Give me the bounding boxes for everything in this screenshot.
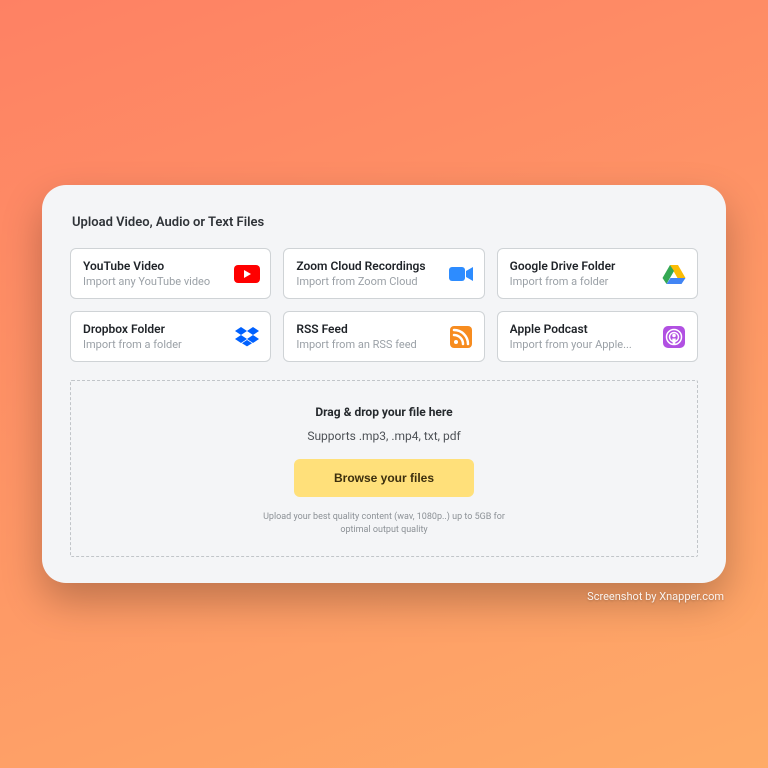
card-subtitle: Import from a folder bbox=[510, 275, 653, 290]
card-subtitle: Import any YouTube video bbox=[83, 275, 226, 290]
source-rss[interactable]: RSS Feed Import from an RSS feed bbox=[283, 311, 484, 362]
source-zoom[interactable]: Zoom Cloud Recordings Import from Zoom C… bbox=[283, 248, 484, 299]
source-apple-podcast[interactable]: Apple Podcast Import from your Apple... bbox=[497, 311, 698, 362]
card-title: Google Drive Folder bbox=[510, 258, 653, 274]
card-title: YouTube Video bbox=[83, 258, 226, 274]
zoom-icon bbox=[448, 263, 474, 285]
card-subtitle: Import from a folder bbox=[83, 338, 226, 353]
rss-icon bbox=[448, 326, 474, 348]
card-subtitle: Import from an RSS feed bbox=[296, 338, 439, 353]
apple-podcast-icon bbox=[661, 326, 687, 348]
google-drive-icon bbox=[661, 263, 687, 285]
dropzone-supports: Supports .mp3, .mp4, txt, pdf bbox=[307, 429, 460, 443]
card-subtitle: Import from your Apple... bbox=[510, 338, 653, 353]
card-title: Zoom Cloud Recordings bbox=[296, 258, 439, 274]
dropzone-note: Upload your best quality content (wav, 1… bbox=[254, 511, 514, 535]
card-title: Apple Podcast bbox=[510, 321, 653, 337]
card-subtitle: Import from Zoom Cloud bbox=[296, 275, 439, 290]
dropzone-title: Drag & drop your file here bbox=[315, 405, 452, 419]
panel-title: Upload Video, Audio or Text Files bbox=[72, 215, 698, 230]
dropzone[interactable]: Drag & drop your file here Supports .mp3… bbox=[70, 380, 698, 556]
dropbox-icon bbox=[234, 326, 260, 348]
upload-panel: Upload Video, Audio or Text Files YouTub… bbox=[42, 185, 726, 582]
browse-files-button[interactable]: Browse your files bbox=[294, 459, 474, 497]
youtube-icon bbox=[234, 263, 260, 285]
watermark: Screenshot by Xnapper.com bbox=[587, 590, 724, 603]
card-title: Dropbox Folder bbox=[83, 321, 226, 337]
source-google-drive[interactable]: Google Drive Folder Import from a folder bbox=[497, 248, 698, 299]
source-youtube[interactable]: YouTube Video Import any YouTube video bbox=[70, 248, 271, 299]
source-dropbox[interactable]: Dropbox Folder Import from a folder bbox=[70, 311, 271, 362]
card-title: RSS Feed bbox=[296, 321, 439, 337]
source-grid: YouTube Video Import any YouTube video Z… bbox=[70, 248, 698, 362]
